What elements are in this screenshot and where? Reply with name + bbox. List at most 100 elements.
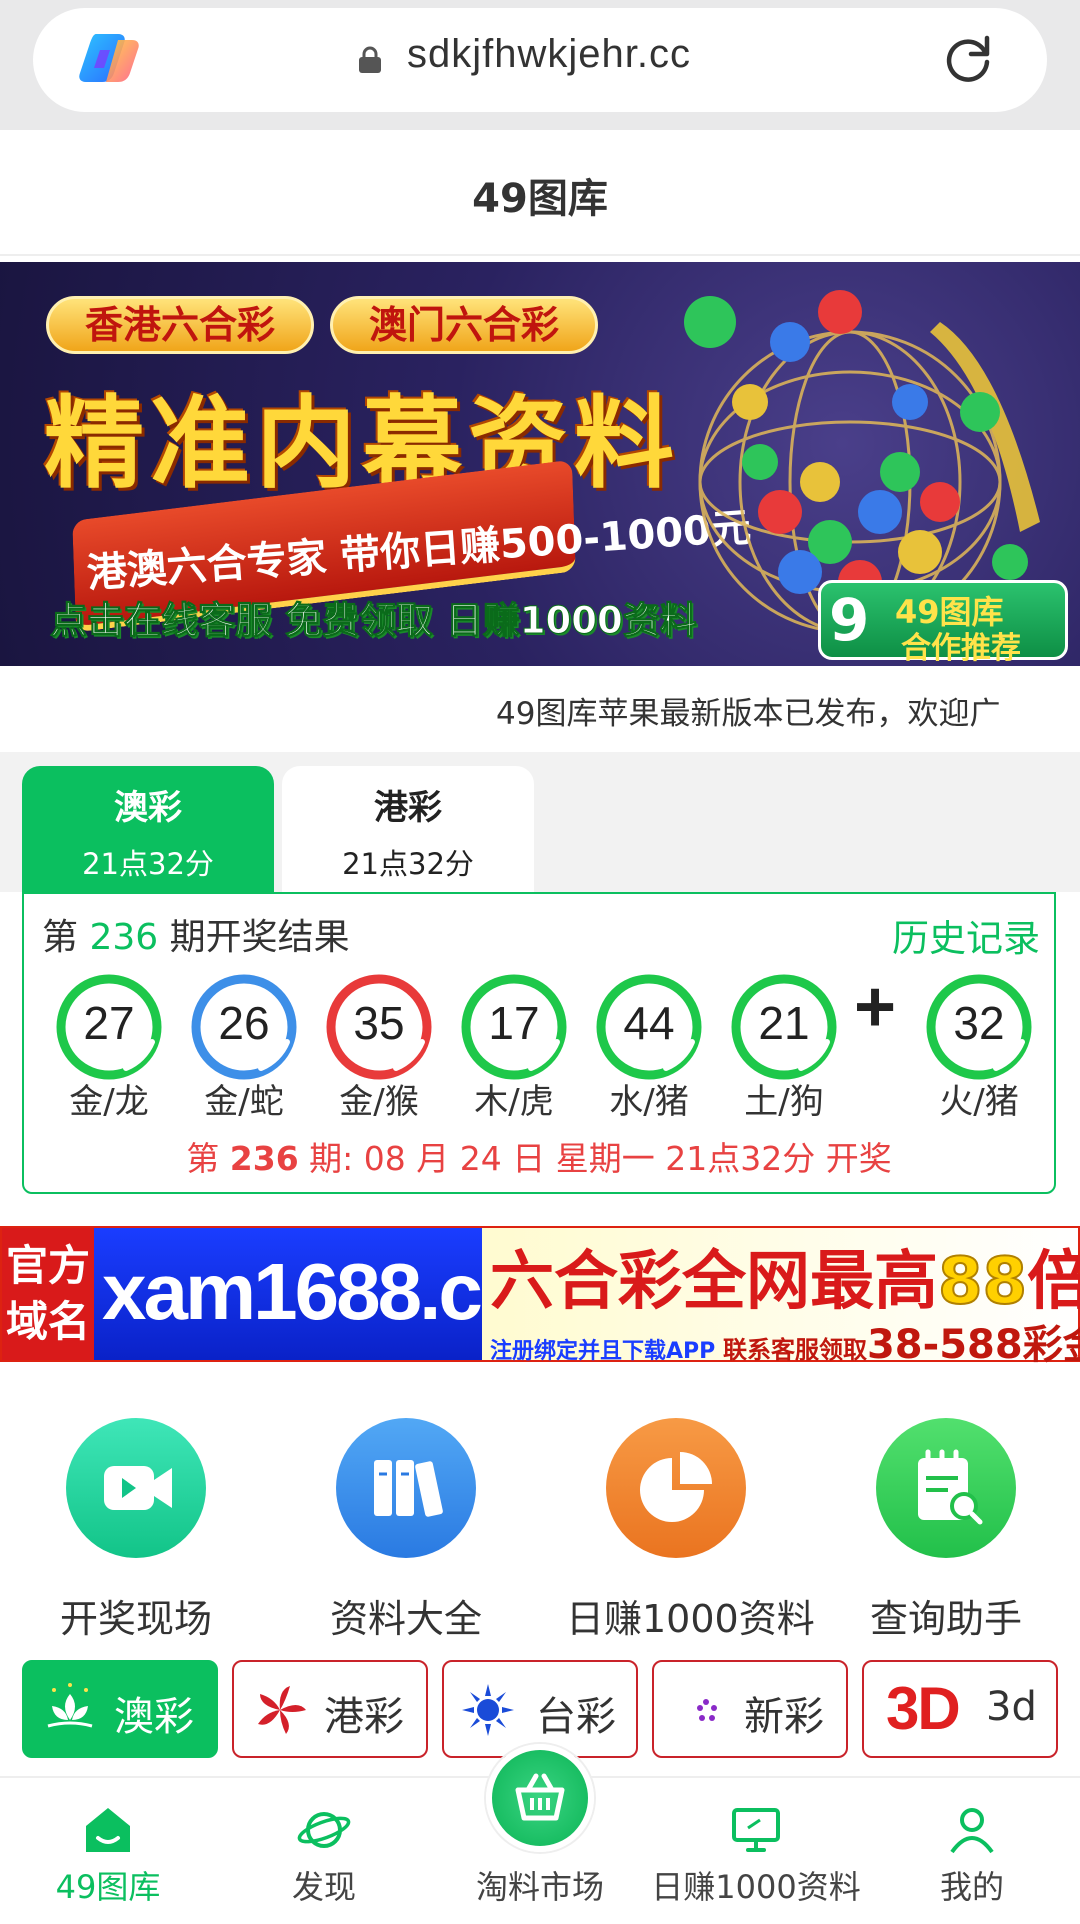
ball-zodiac: 金/猴 — [339, 1082, 419, 1122]
banner-tag-hk: 香港六合彩 — [46, 296, 314, 354]
cobrand-subtitle: 合作推荐 — [901, 631, 1021, 666]
basket-icon — [515, 1773, 565, 1821]
ad-domain-block: xam1688.com — [94, 1228, 597, 1360]
nav-label: 淘料市场 — [475, 1868, 604, 1906]
region-chip-singapore[interactable]: 新彩 — [652, 1660, 848, 1758]
ad-bonus: 38-588彩金 — [866, 1322, 1080, 1368]
plus-sign: + — [854, 967, 897, 1047]
lottery-ball: 44 — [594, 972, 704, 1082]
region-chip-3d[interactable]: 3D 3d — [862, 1660, 1058, 1758]
banner-footer-text: 点击在线客服 免费领取 日赚1000资料 — [50, 599, 698, 643]
notice-marquee[interactable]: 49图库苹果最新版本已发布，欢迎广 — [0, 666, 1080, 752]
video-icon — [104, 1466, 172, 1510]
nav-label: 日赚1000资料 — [651, 1868, 861, 1906]
copilot-logo-icon[interactable] — [78, 30, 140, 86]
feature-icon-bg — [876, 1418, 1016, 1558]
market-center-button[interactable] — [486, 1744, 594, 1852]
tab-name: 港彩 — [374, 788, 442, 828]
ball-number: 32 — [953, 997, 1005, 1049]
3d-logo-icon: 3D — [886, 1675, 961, 1742]
monitor-icon — [732, 1808, 780, 1852]
draw-date-line: 第 236 期: 08 月 24 日 星期一 21点32分 开奖 — [24, 1132, 1054, 1180]
notepad-search-icon — [918, 1449, 983, 1525]
ad-multiplier-unit: 倍 — [1027, 1245, 1080, 1319]
ad-official-label: 官方域名 — [2, 1228, 94, 1360]
feature-icon-bg — [336, 1418, 476, 1558]
tab-macau[interactable]: 澳彩 21点32分 — [22, 766, 274, 894]
promo-banner[interactable]: 香港六合彩 澳门六合彩 精准内幕资料 港澳六合专家 带你日赚500-1000元 … — [0, 262, 1080, 666]
chip-label: 澳彩 — [114, 1694, 194, 1740]
ad-multiplier: 88 — [937, 1244, 1028, 1320]
page-header: 49图库 — [0, 130, 1080, 256]
draw-detail: 期: 08 月 24 日 星期一 21点32分 开奖 — [298, 1139, 892, 1178]
draw-result-card: 第 236 期开奖结果 历史记录 27 金/龙 26 金/蛇 35 金/猴 17 木/虎 44 水… — [22, 892, 1056, 1194]
chip-label: 新彩 — [744, 1694, 824, 1740]
issue-prefix: 第 — [42, 917, 79, 958]
cobrand-badge: 9 49图库 合作推荐 — [818, 580, 1068, 666]
nav-profile[interactable]: 我的 — [864, 1778, 1080, 1924]
tab-time: 21点32分 — [82, 847, 214, 881]
ball-number: 21 — [758, 997, 810, 1049]
feature-live-draw[interactable]: 开奖现场 — [26, 1418, 246, 1643]
lottery-ball: 21 — [729, 972, 839, 1082]
issue-heading: 第 236 期开奖结果 — [42, 908, 350, 960]
feature-label: 开奖现场 — [59, 1597, 212, 1641]
ball-number: 35 — [353, 997, 405, 1049]
nav-home[interactable]: 49图库 — [0, 1778, 216, 1924]
page-title: 49图库 — [472, 176, 608, 222]
region-chip-macau[interactable]: 澳彩 — [22, 1660, 218, 1758]
url-text: sdkjfhwkjehr.cc — [407, 32, 691, 76]
region-chip-hongkong[interactable]: 港彩 — [232, 1660, 428, 1758]
cobrand-logo: 9 — [829, 586, 870, 654]
ad-offer-block: 六合彩全网最高88倍 注册绑定并且下载APP 联系客服领取38-588彩金 — [482, 1228, 1080, 1368]
ball-zodiac: 金/龙 — [69, 1082, 149, 1122]
ad-offer-sub: 注册绑定并且下载APP 联系客服领取38-588彩金 — [490, 1312, 1080, 1370]
feature-icon-bg — [606, 1418, 746, 1558]
home-icon — [86, 1808, 130, 1852]
draw-issue: 236 — [229, 1139, 299, 1178]
tab-hongkong[interactable]: 港彩 21点32分 — [282, 766, 534, 894]
chip-label: 台彩 — [536, 1694, 616, 1740]
ball-number: 26 — [218, 997, 270, 1049]
lottery-ball: 27 — [54, 972, 164, 1082]
tab-time: 21点32分 — [342, 847, 474, 881]
ball-number: 27 — [83, 997, 135, 1049]
issue-number: 236 — [89, 917, 159, 958]
feature-daily-earn[interactable]: 日赚1000资料 — [566, 1418, 815, 1643]
books-icon — [374, 1460, 443, 1517]
chip-label: 港彩 — [324, 1694, 404, 1740]
crescent-stars-icon — [680, 1692, 717, 1728]
nav-daily-earn[interactable]: 日赚1000资料 — [648, 1778, 864, 1924]
feature-label: 日赚1000资料 — [566, 1597, 815, 1641]
pie-chart-icon — [640, 1452, 712, 1522]
lottery-ball: 17 — [459, 972, 569, 1082]
domain-ad-banner[interactable]: 官方域名 xam1688.com 六合彩全网最高88倍 注册绑定并且下载APP … — [0, 1226, 1080, 1368]
ad-sub-text: 注册绑定并且下载APP — [490, 1339, 716, 1364]
browser-toolbar: sdkjfhwkjehr.cc — [0, 0, 1080, 130]
lottery-ball: 26 — [189, 972, 299, 1082]
special-ball: 32 — [924, 972, 1034, 1082]
nav-label: 49图库 — [55, 1868, 161, 1906]
nav-discover[interactable]: 发现 — [216, 1778, 432, 1924]
banner-tag-mo: 澳门六合彩 — [330, 296, 598, 354]
feature-data-library[interactable]: 资料大全 — [296, 1418, 516, 1643]
lock-icon — [359, 46, 381, 73]
ball-number: 44 — [623, 997, 675, 1049]
user-icon — [950, 1808, 994, 1854]
lotus-icon — [47, 1683, 93, 1728]
address-bar[interactable]: sdkjfhwkjehr.cc — [33, 8, 1047, 112]
notice-text: 49图库苹果最新版本已发布，欢迎广 — [496, 696, 1001, 732]
history-link[interactable]: 历史记录 — [892, 908, 1040, 962]
ball-zodiac: 水/猪 — [609, 1082, 689, 1122]
draw-prefix: 第 — [186, 1139, 230, 1178]
issue-suffix: 期开奖结果 — [169, 917, 350, 958]
feature-query-assistant[interactable]: 查询助手 — [836, 1418, 1056, 1643]
ball-zodiac: 金/蛇 — [204, 1082, 284, 1122]
bauhinia-icon — [258, 1686, 306, 1734]
sun-icon — [462, 1684, 514, 1736]
nav-label: 我的 — [939, 1868, 1004, 1906]
feature-icon-bg — [66, 1418, 206, 1558]
ball-zodiac: 火/猪 — [939, 1082, 1019, 1122]
ball-zodiac: 土/狗 — [744, 1082, 824, 1122]
reload-icon[interactable] — [941, 32, 995, 86]
